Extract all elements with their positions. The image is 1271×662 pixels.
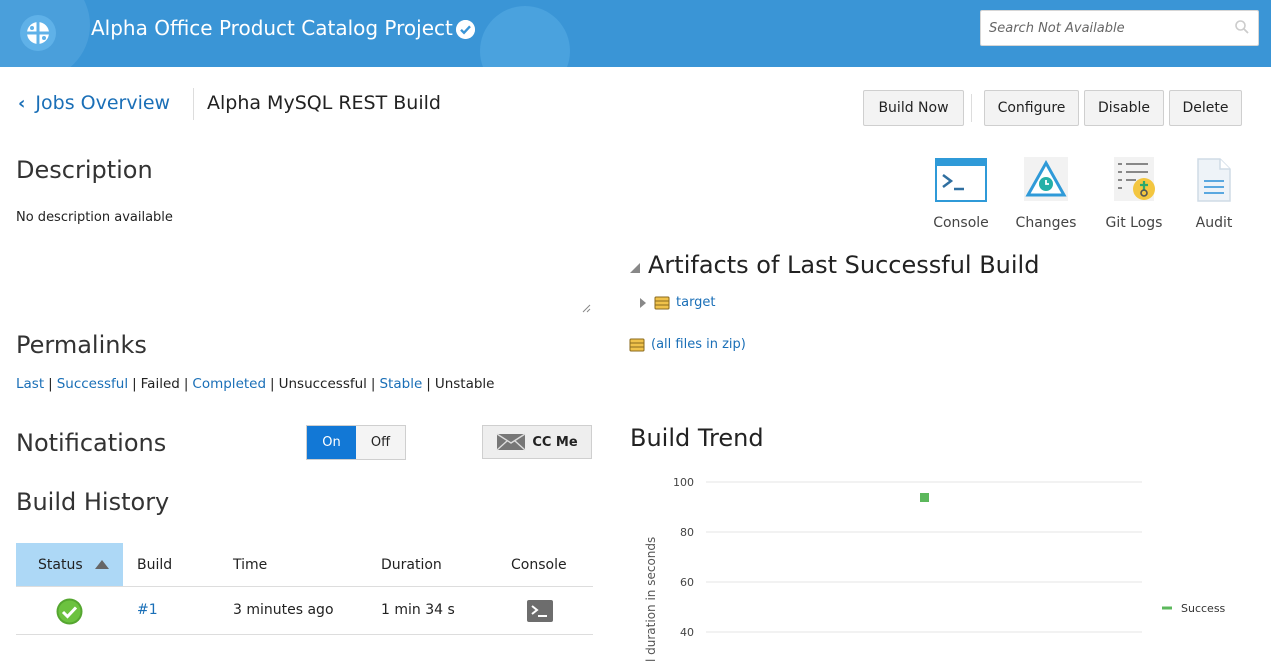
permalink-failed: Failed [140,376,180,392]
artifact-item: target [640,295,716,310]
changes-tool[interactable]: Changes [1013,155,1079,231]
configure-button[interactable]: Configure [984,90,1079,126]
column-header-time[interactable]: Time [233,557,267,573]
description-text[interactable]: No description available [16,210,173,225]
search-box[interactable] [980,10,1259,46]
search-input[interactable] [981,11,1221,45]
all-files-zip-link[interactable]: (all files in zip) [651,337,746,352]
sort-ascending-icon [94,560,109,569]
y-axis-label: l duration in seconds [644,537,658,662]
git-logs-tool[interactable]: Git Logs [1098,155,1170,231]
permalink-stable[interactable]: Stable [379,376,422,392]
y-tick-label: 100 [673,476,694,489]
audit-tool[interactable]: Audit [1188,155,1240,231]
permalink-completed[interactable]: Completed [192,376,266,392]
zip-download: (all files in zip) [629,337,746,352]
separator: | [48,376,53,392]
legend-label[interactable]: Success [1181,602,1226,615]
status-column-label: Status [38,556,83,573]
cc-me-button[interactable]: CC Me [482,425,592,459]
column-header-console[interactable]: Console [511,557,567,573]
description-heading: Description [16,156,153,184]
app-logo-icon[interactable] [18,13,58,53]
build-history-table: Status Build Time Duration Console #1 3 … [16,543,593,635]
build-history-heading: Build History [16,488,170,516]
permalink-unsuccessful: Unsuccessful [278,376,367,392]
collapse-triangle-icon [630,263,640,273]
column-header-build[interactable]: Build [137,557,172,573]
console-icon [935,158,987,202]
git-logs-tool-label: Git Logs [1105,215,1163,231]
y-tick-label: 60 [680,576,694,589]
project-title[interactable]: Alpha Office Product Catalog Project [91,16,453,40]
artifact-target-link[interactable]: target [676,295,716,310]
data-point[interactable] [920,493,929,502]
permalink-last[interactable]: Last [16,376,44,392]
separator: | [132,376,137,392]
column-header-status[interactable]: Status [16,543,123,586]
permalink-successful[interactable]: Successful [57,376,128,392]
audit-icon [1197,158,1231,202]
project-check-icon[interactable] [456,20,475,39]
button-divider [971,94,972,122]
notifications-heading: Notifications [16,429,167,457]
permalinks-list: Last | Successful | Failed | Completed | Unsucce… [16,376,494,392]
package-icon [629,338,645,351]
separator: | [183,376,189,392]
permalink-unstable: Unstable [434,376,495,392]
disable-button[interactable]: Disable [1084,90,1164,126]
notifications-off-button[interactable]: Off [356,426,405,459]
job-title: Alpha MySQL REST Build [207,92,441,114]
resize-handle-icon[interactable] [581,303,591,313]
header-decoration [480,6,570,67]
cc-me-label: CC Me [532,434,578,450]
console-tool[interactable]: Console [928,155,994,231]
jobs-overview-label[interactable]: Jobs Overview [35,92,170,114]
breadcrumb-divider [193,88,194,120]
success-status-icon [56,598,83,625]
notifications-toggle[interactable]: On Off [306,425,406,460]
separator: | [270,376,275,392]
table-header: Status Build Time Duration Console [16,543,593,586]
build-time: 3 minutes ago [233,602,334,618]
build-trend-chart: 40 60 80 100 l duration in seconds Success [644,476,1226,662]
table-row: #1 3 minutes ago 1 min 34 s [16,586,593,635]
audit-tool-label: Audit [1195,215,1233,231]
envelope-icon [496,433,526,451]
chevron-left-icon: ‹ [18,92,26,114]
build-duration: 1 min 34 s [381,602,455,618]
artifacts-heading: Artifacts of Last Successful Build [648,251,1040,279]
y-tick-label: 40 [680,626,694,639]
console-tool-label: Console [933,215,989,231]
console-output-icon[interactable] [527,600,553,622]
expand-arrow-icon[interactable] [640,297,646,308]
notifications-on-button[interactable]: On [307,426,356,459]
search-icon [1235,20,1249,34]
y-tick-label: 80 [680,526,694,539]
build-number-link[interactable]: #1 [137,602,158,618]
separator: | [370,376,376,392]
git-logs-icon [1114,157,1155,201]
artifacts-toggle[interactable]: Artifacts of Last Successful Build [630,251,1039,279]
build-now-button[interactable]: Build Now [863,90,964,126]
permalinks-heading: Permalinks [16,331,147,359]
column-header-duration[interactable]: Duration [381,557,442,573]
delete-button[interactable]: Delete [1169,90,1242,126]
top-bar: Alpha Office Product Catalog Project [0,0,1271,67]
changes-icon [1024,157,1068,201]
changes-tool-label: Changes [1015,215,1077,231]
jobs-overview-link[interactable]: ‹ Jobs Overview [18,92,170,114]
build-trend-heading: Build Trend [630,424,764,452]
separator: | [426,376,431,392]
package-icon [654,296,670,309]
